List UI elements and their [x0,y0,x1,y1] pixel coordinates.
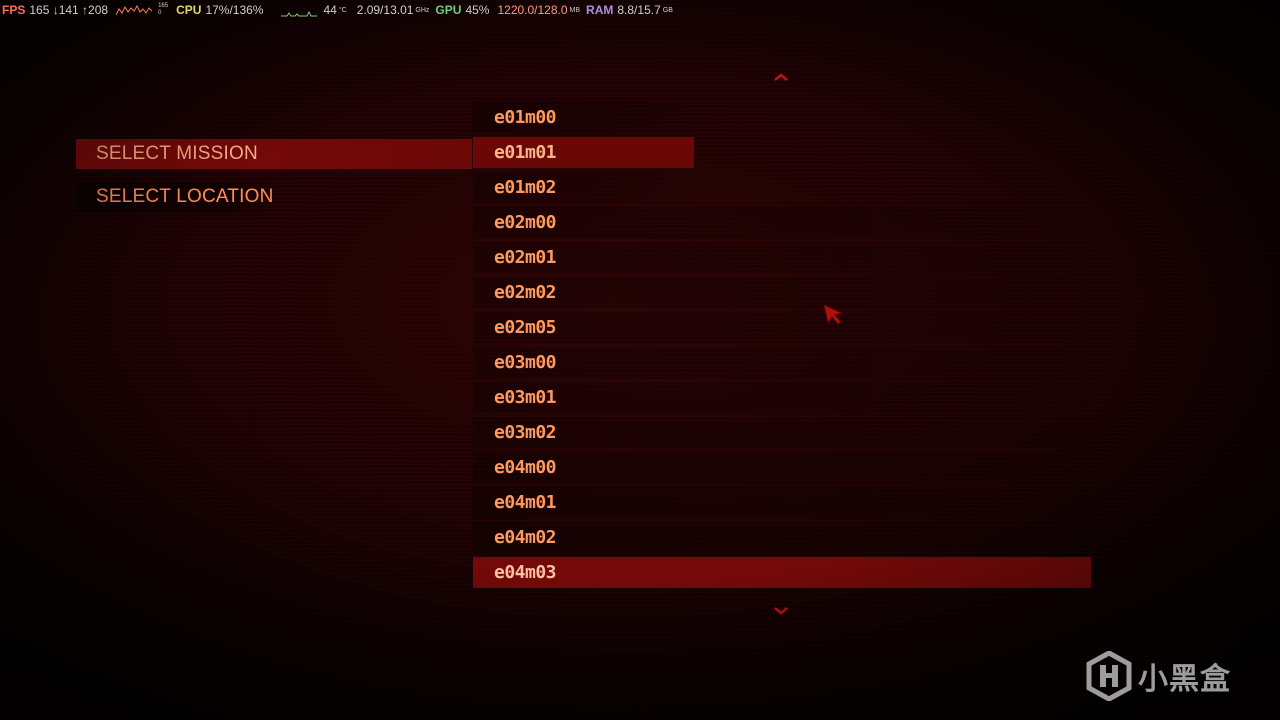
mission-item-e02m02[interactable]: e02m02 [473,277,1091,308]
gpu-label: GPU [435,3,462,17]
fps-values: 165 ↓141 ↑208 [29,3,109,17]
mission-item-e03m01[interactable]: e03m01 [473,382,1091,413]
chevron-down-icon[interactable] [773,606,789,616]
mission-label: e04m00 [494,457,557,478]
cpu-clock-unit: GHz [415,6,430,14]
mission-item-e04m01[interactable]: e04m01 [473,487,1091,518]
ram-label: RAM [586,3,614,17]
cpu-value: 17%/136% [205,3,264,17]
mission-item-e04m00[interactable]: e04m00 [473,452,1091,483]
mission-label: e01m02 [494,177,557,198]
ram-value: 8.8/15.7 [617,3,661,17]
cpu-graph-icon [281,10,318,17]
mission-label: e02m00 [494,212,557,233]
mission-list: e01m00 e01m01 e01m02 e02m00 e02m01 e02m0… [473,102,1091,592]
mouse-cursor-icon [823,304,844,325]
mission-item-e04m02[interactable]: e04m02 [473,522,1091,553]
menu-item-label: SELECT LOCATION [96,186,274,207]
mission-item-e02m05[interactable]: e02m05 [473,312,1091,343]
mission-label: e03m02 [494,422,557,443]
mission-item-e01m02[interactable]: e01m02 [473,172,694,203]
fps-label: FPS [2,3,26,17]
fps-cap: 165 [158,3,169,9]
cpu-temp: 44 [323,3,337,17]
chevron-up-icon[interactable] [773,72,789,82]
menu-item-label: SELECT MISSION [96,143,258,164]
watermark-text: 小黑盒 [1138,662,1231,697]
mission-label: e03m00 [494,352,557,373]
mission-label: e04m02 [494,527,557,548]
vram-unit: MB [569,6,581,14]
watermark: 小黑盒 [1086,650,1231,702]
mission-label: e02m02 [494,282,557,303]
ram-unit: GB [662,6,673,14]
mission-label: e02m01 [494,247,557,268]
mission-label: e01m01 [494,142,557,163]
heybox-logo-icon [1086,651,1132,701]
gpu-value: 45% [465,3,490,17]
fps-graph-icon [116,4,153,16]
mission-item-e02m01[interactable]: e02m01 [473,242,1091,273]
performance-overlay: FPS 165 ↓141 ↑208 165 0 CPU 17%/136% 44 … [0,0,673,20]
mission-label: e03m01 [494,387,557,408]
mission-item-e03m00[interactable]: e03m00 [473,347,1091,378]
mission-item-e03m02[interactable]: e03m02 [473,417,1091,448]
mission-label: e01m00 [494,107,557,128]
fps-min: 0 [158,10,162,16]
menu-item-select-mission[interactable]: SELECT MISSION [76,139,472,169]
mission-label: e02m05 [494,317,557,338]
mission-item-e01m01[interactable]: e01m01 [473,137,694,168]
mission-label: e04m01 [494,492,557,513]
cpu-temp-unit: °C [338,6,347,14]
mission-item-e01m00[interactable]: e01m00 [473,102,694,133]
mission-label: e04m03 [494,562,557,583]
mission-item-e02m00[interactable]: e02m00 [473,207,1091,238]
cpu-label: CPU [176,3,202,17]
cpu-clock: 2.09/13.01 [356,3,414,17]
game-screen: FPS 165 ↓141 ↑208 165 0 CPU 17%/136% 44 … [0,0,1280,720]
mission-item-e04m03[interactable]: e04m03 [473,557,1091,588]
menu-item-select-location[interactable]: SELECT LOCATION [76,182,472,212]
vram-value: 1220.0/128.0 [497,3,568,17]
